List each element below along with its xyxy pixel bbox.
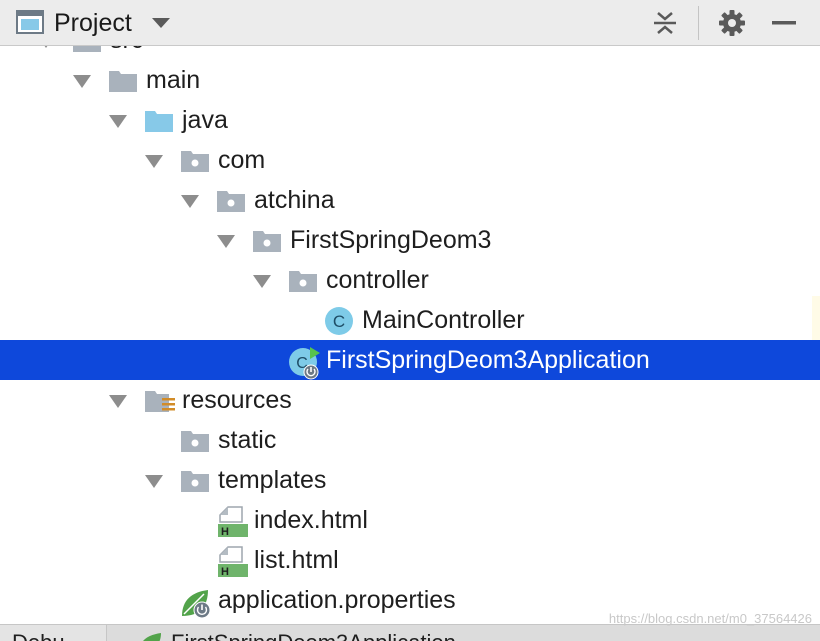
chevron-down-icon[interactable] [106,112,130,130]
tree-item-controller[interactable]: controller [0,260,820,300]
tree-item-label: com [218,146,266,174]
chevron-down-icon[interactable] [142,472,166,490]
folder-icon [108,66,138,96]
chevron-down-icon[interactable] [150,16,172,30]
tab-label: FirstSpringDeom3Application [171,630,456,641]
tree-item-label: src [110,46,143,55]
tree-item-list-html[interactable]: H list.html [0,540,820,580]
bottom-tool-tabs: Debu FirstSpringDeom3Application [0,624,820,641]
tree-item-label: index.html [254,506,368,534]
tree-item-label: list.html [254,546,339,574]
tree-item-firstspringdeom3application[interactable]: C FirstSpringDeom3Application [0,340,820,380]
header-divider [698,6,699,40]
package-icon [252,226,282,256]
tree-item-firstspringdeom3[interactable]: FirstSpringDeom3 [0,220,820,260]
collapse-all-icon[interactable] [648,6,682,40]
tree-item-label: application.properties [218,586,456,614]
gear-icon[interactable] [715,6,749,40]
folder-icon [72,46,102,56]
java-class-icon: C [324,306,354,336]
tree-item-resources[interactable]: resources [0,380,820,420]
package-icon [180,466,210,496]
svg-text:H: H [221,526,229,538]
svg-text:H: H [221,566,229,578]
tree-item-java[interactable]: java [0,100,820,140]
package-icon [180,146,210,176]
chevron-down-icon[interactable] [250,272,274,290]
html-file-icon: H [216,546,248,578]
tree-item-label: FirstSpringDeom3 [290,226,492,254]
tab-run-configuration[interactable]: FirstSpringDeom3Application [106,625,820,641]
chevron-down-icon[interactable] [178,192,202,210]
tree-item-label: resources [182,386,292,414]
project-tree: src main java com [0,46,820,626]
chevron-down-icon[interactable] [70,72,94,90]
chevron-down-icon[interactable] [106,392,130,410]
tree-item-label: templates [218,466,327,494]
project-tool-window-header: Project [0,0,820,46]
tree-item-main[interactable]: main [0,60,820,100]
tree-item-com[interactable]: com [0,140,820,180]
tree-item-label: static [218,426,277,454]
tree-item-label: controller [326,266,429,294]
tree-item-atchina[interactable]: atchina [0,180,820,220]
tree-item-templates[interactable]: templates [0,460,820,500]
package-icon [216,186,246,216]
tree-item-static[interactable]: static [0,420,820,460]
tree-item-label: atchina [254,186,335,214]
tree-item-label: MainController [362,306,525,334]
chevron-down-icon[interactable] [214,232,238,250]
source-folder-icon [144,106,174,136]
spring-boot-class-icon: C [288,346,320,380]
tree-item-label: main [146,66,201,94]
tab-label: Debu [12,630,65,641]
svg-text:C: C [333,312,345,331]
tree-item-src[interactable]: src [0,46,820,60]
tab-debug[interactable]: Debu [0,625,104,641]
html-file-icon: H [216,506,248,538]
tree-item-index-html[interactable]: H index.html [0,500,820,540]
watermark: https://blog.csdn.net/m0_37564426 [608,611,812,626]
tree-item-maincontroller[interactable]: C MainController [0,300,820,340]
chevron-down-icon[interactable] [34,46,58,50]
tool-window-title[interactable]: Project [54,9,132,38]
hide-icon[interactable] [767,6,801,40]
project-window-icon [16,10,44,34]
package-icon [180,426,210,456]
package-icon [288,266,318,296]
resources-folder-icon [144,386,175,416]
tree-item-label: java [182,106,228,134]
editor-gutter-edge [812,296,820,340]
spring-properties-icon [180,586,211,619]
chevron-down-icon[interactable] [142,152,166,170]
tree-item-label: FirstSpringDeom3Application [326,346,650,374]
